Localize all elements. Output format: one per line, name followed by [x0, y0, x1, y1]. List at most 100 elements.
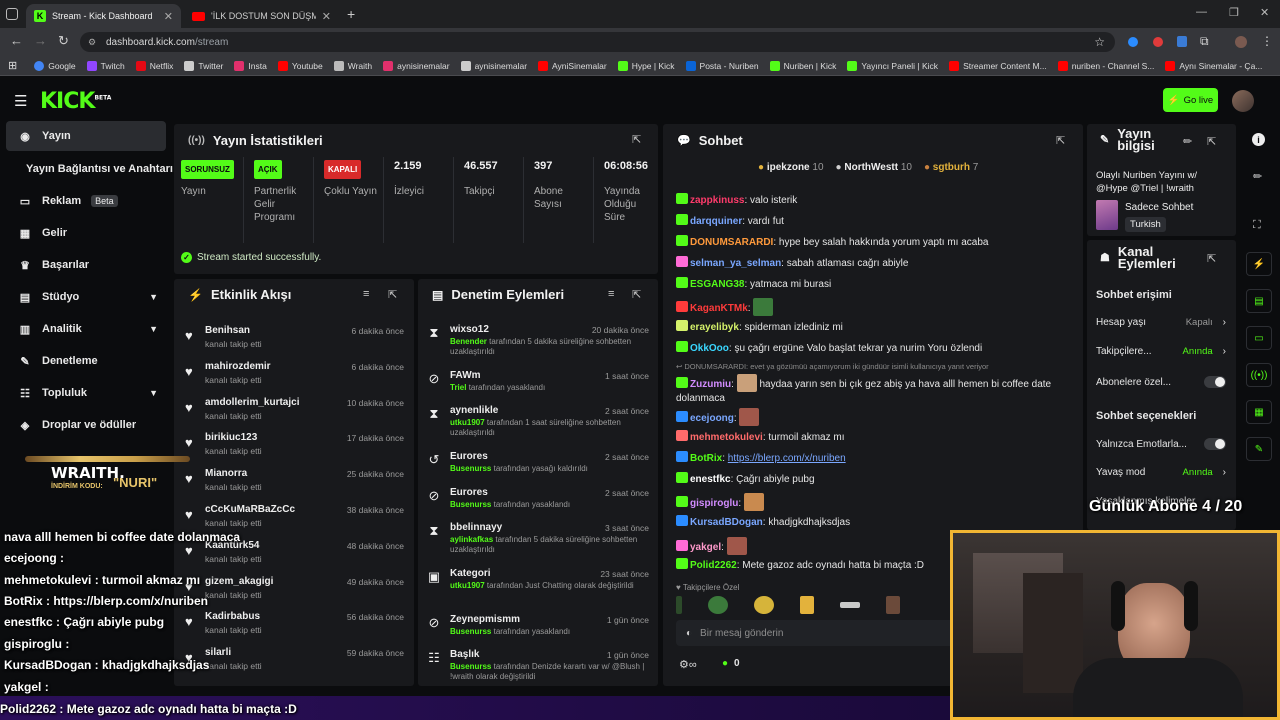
bookmark-item[interactable]: Hype | Kick	[617, 60, 675, 71]
popout-icon[interactable]: ⇱	[1207, 135, 1216, 148]
bookmark-item[interactable]: Google	[34, 60, 76, 71]
activity-item[interactable]: ♥ Mianorra kanalı takip etti 25 dakika önce	[183, 464, 408, 500]
bookmark-item[interactable]: Netflix	[135, 60, 173, 71]
chat-username[interactable]: OkkOoo	[690, 343, 729, 354]
popout-icon[interactable]: ⇱	[1056, 134, 1065, 147]
extension-icon[interactable]	[1128, 37, 1138, 47]
bookmark-item[interactable]: Yayıncı Paneli | Kick	[847, 60, 938, 71]
moderation-item[interactable]: ▣ Kategori utku1907 tarafından Just Chatti…	[425, 565, 653, 611]
bookmark-star-icon[interactable]: ☆	[1094, 35, 1105, 49]
moderation-item[interactable]: ⧗ aynenlikle utku1907 tarafından 1 saat sü…	[425, 402, 653, 448]
sidebar-item-analytics[interactable]: ▥ Analitik ▼	[6, 314, 166, 344]
chat-message[interactable]: ecejoong:	[676, 408, 1076, 426]
chat-message[interactable]: DONUMSARARDI: hype bey salah hakkında yo…	[676, 235, 1076, 248]
sidebar-item-stream-key[interactable]: Yayın Bağlantısı ve Anahtarı	[6, 154, 173, 184]
site-info-icon[interactable]: ⚙	[88, 37, 96, 48]
forward-icon[interactable]: →	[34, 33, 47, 48]
chat-input[interactable]: ◐ Bir mesaj gönderin	[676, 620, 956, 646]
chat-username[interactable]: KursadBDogan	[690, 517, 763, 528]
go-live-button[interactable]: ⚡ Go live	[1163, 88, 1218, 112]
popout-icon[interactable]: ⇱	[1207, 252, 1216, 265]
chat-username[interactable]: ecejoong	[690, 413, 734, 424]
chat-settings-icon[interactable]: ⚙∞	[679, 658, 697, 671]
chat-message[interactable]: zappkinuss: valo isterik	[676, 193, 1076, 206]
edit-icon[interactable]: ✏	[1183, 135, 1192, 148]
emote-icon[interactable]	[840, 602, 860, 608]
chat-username[interactable]: Zuzumiu	[690, 379, 731, 390]
quick-action-broadcast-icon[interactable]: ((•))	[1246, 363, 1272, 387]
activity-item[interactable]: ♥ amdollerim_kurtajci kanalı takip etti 10 …	[183, 393, 408, 429]
moderation-item[interactable]: ☷ Başlık Busenurss tarafından Denizde kara…	[425, 646, 653, 692]
bookmark-item[interactable]: Posta - Nuriben	[685, 60, 759, 71]
followers-only-setting[interactable]: Takipçilere... Anında ›	[1096, 346, 1226, 357]
emote-icon[interactable]	[743, 493, 764, 511]
close-tab-icon[interactable]: ✕	[322, 10, 331, 23]
emote-icon[interactable]	[800, 596, 814, 614]
sidebar-item-studio[interactable]: ▤ Stüdyo ▼	[6, 282, 166, 312]
sidebar-item-ads[interactable]: ▭ Reklam Beta	[6, 186, 166, 216]
activity-item[interactable]: ♥ gizem_akagigi kanalı takip etti 49 dakika…	[183, 572, 408, 608]
chat-message[interactable]: enestfkc: Çağrı abiyle pubg	[676, 472, 1076, 485]
chat-username[interactable]: enestfkc	[690, 474, 731, 485]
bookmark-item[interactable]: Streamer Content M...	[949, 60, 1047, 71]
sidebar-item-community[interactable]: ☷ Topluluk ▼	[6, 378, 166, 408]
close-tab-icon[interactable]: ✕	[164, 10, 173, 23]
chat-username[interactable]: erayelibyk	[690, 322, 739, 333]
kick-logo[interactable]: KICKBETA	[40, 89, 111, 114]
chat-username[interactable]: selman_ya_selman	[690, 258, 781, 269]
bookmark-item[interactable]: Aynı Sinemalar - Ça...	[1165, 60, 1262, 71]
chat-username[interactable]: DONUMSARARDI	[690, 237, 773, 248]
browser-tab-kick[interactable]: K Stream - Kick Dashboard ✕	[26, 4, 181, 28]
account-age-setting[interactable]: Hesap yaşı Kapalı ›	[1096, 317, 1226, 328]
apps-grid-icon[interactable]: ⊞	[8, 59, 17, 72]
chat-username[interactable]: KaganKTMk	[690, 303, 748, 314]
chat-message[interactable]: selman_ya_selman: sabah atlaması cağrı a…	[676, 256, 1076, 269]
chat-username[interactable]: yakgel	[690, 542, 721, 553]
chat-message[interactable]: Zuzumiu: haydaa yarın sen bi çık gez abi…	[676, 374, 1071, 406]
emote-icon[interactable]	[754, 596, 774, 614]
quick-action-storage-icon[interactable]: ▦	[1246, 400, 1272, 424]
emote-only-setting[interactable]: Yalnızca Emotlarla...	[1096, 438, 1226, 450]
bookmark-item[interactable]: aynisinemalar	[383, 60, 450, 71]
browser-menu-icon[interactable]: ⋮	[1261, 34, 1273, 48]
sidebar-item-revenue[interactable]: ▦ Gelir	[6, 218, 166, 248]
moderation-item[interactable]: ⧗ wixso12 Benender tarafından 5 dakika sür…	[425, 321, 653, 367]
emote-icon[interactable]	[708, 596, 728, 614]
extension-icon[interactable]	[1153, 37, 1163, 47]
activity-item[interactable]: ♥ Benihsan kanalı takip etti 6 dakika önce	[183, 321, 408, 357]
chat-username[interactable]: gispiroglu	[690, 498, 738, 509]
bookmark-item[interactable]: aynisinemalar	[460, 60, 527, 71]
moderation-item[interactable]: ⧗ bbelinnayy aylinkafkas tarafından 5 daki…	[425, 519, 653, 565]
chat-message[interactable]: ESGANG38: yatmaca mi burasi	[676, 277, 1076, 290]
chat-message[interactable]: KursadBDogan: khadjgkdhajksdjas	[676, 515, 1076, 528]
activity-item[interactable]: ♥ silarli kanalı takip etti 59 dakika önce	[183, 643, 408, 679]
chat-username[interactable]: ESGANG38	[690, 279, 744, 290]
fullscreen-icon[interactable]: ⛶	[1253, 219, 1261, 232]
bookmark-item[interactable]: Wraith	[333, 60, 372, 71]
channel-points[interactable]: ● 0	[722, 658, 740, 669]
category-name[interactable]: Sadece Sohbet	[1125, 202, 1193, 213]
edit-icon[interactable]: ✏	[1253, 170, 1262, 183]
back-icon[interactable]: ←	[10, 33, 23, 48]
emote-only-toggle[interactable]	[1204, 438, 1226, 450]
emote-icon[interactable]	[736, 374, 757, 392]
chat-username[interactable]: Polid2262	[690, 560, 737, 571]
bookmark-item[interactable]: Youtube	[277, 60, 323, 71]
profile-icon[interactable]	[1235, 36, 1247, 48]
filter-icon[interactable]: ≡	[363, 288, 369, 300]
bookmark-item[interactable]: AyniSinemalar	[538, 60, 607, 71]
close-window-icon[interactable]: ✕	[1260, 6, 1269, 19]
chat-message-text[interactable]: https://blerp.com/x/nuriben	[728, 453, 846, 464]
reload-icon[interactable]: ↻	[58, 33, 69, 49]
filter-icon[interactable]: ≡	[608, 288, 614, 300]
minimize-icon[interactable]: —	[1196, 6, 1207, 18]
bookmark-item[interactable]: Twitch	[86, 60, 125, 71]
emote-icon[interactable]	[676, 596, 682, 614]
slow-mode-setting[interactable]: Yavaş mod Anında ›	[1096, 467, 1226, 478]
quick-action-wrench-icon[interactable]: ✎	[1246, 437, 1272, 461]
chat-username[interactable]: BotRix	[690, 453, 722, 464]
browser-tab-youtube[interactable]: 'İLK DOSTUM SON DÜŞMANIM ✕	[184, 4, 339, 28]
chat-username[interactable]: darqquiner	[690, 216, 742, 227]
chat-message[interactable]: mehmetokulevi: turmoil akmaz mı	[676, 430, 1076, 443]
hamburger-menu-icon[interactable]: ☰	[14, 92, 27, 110]
